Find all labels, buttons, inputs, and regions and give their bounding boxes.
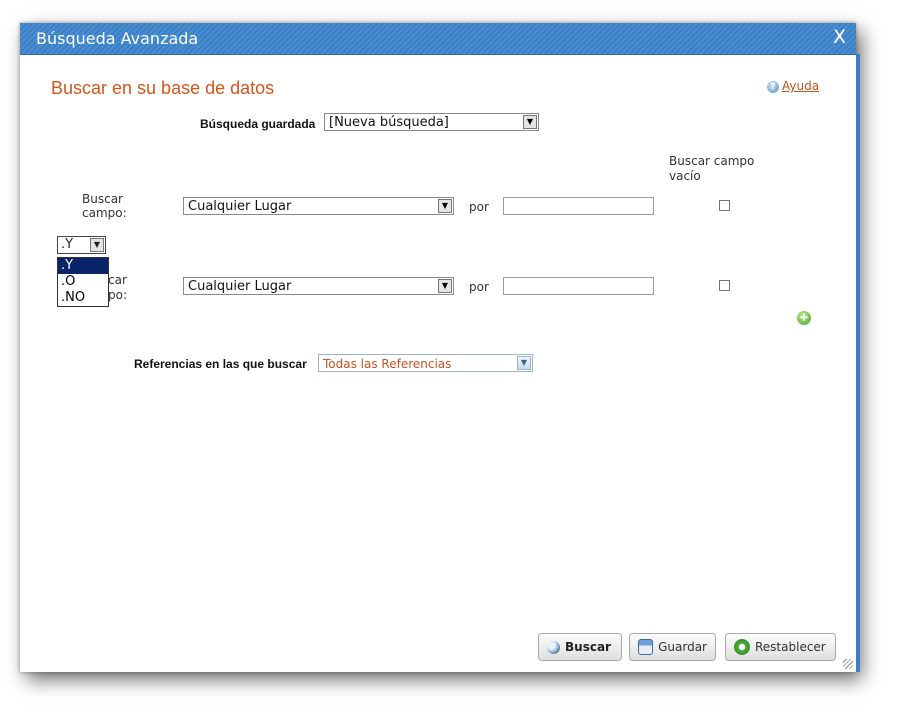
row2-label-line2: po: xyxy=(108,288,128,302)
row1-search-input[interactable] xyxy=(503,197,654,215)
saved-search-label: Búsqueda guardada xyxy=(200,117,316,131)
row1-field-value: Cualquier Lugar xyxy=(188,199,292,214)
row2-label-line1: car xyxy=(108,273,127,287)
chevron-down-icon[interactable]: ▼ xyxy=(523,115,537,129)
chevron-down-icon[interactable]: ▼ xyxy=(90,238,104,252)
empty-field-header-line1: Buscar campo xyxy=(669,154,755,168)
chevron-down-icon[interactable]: ▼ xyxy=(438,279,452,293)
operator-option-y[interactable]: .Y xyxy=(58,258,108,274)
row1-por-label: por xyxy=(469,200,489,214)
advanced-search-dialog: Búsqueda Avanzada X Buscar en su base de… xyxy=(20,23,860,672)
saved-search-value: [Nueva búsqueda] xyxy=(329,115,449,130)
help-link[interactable]: Ayuda xyxy=(782,79,819,93)
row1-label-line2: campo: xyxy=(82,206,127,220)
refresh-icon xyxy=(734,639,750,655)
window-title: Búsqueda Avanzada xyxy=(36,29,199,48)
row1-field-select[interactable]: Cualquier Lugar ▼ xyxy=(183,197,454,215)
save-button-label: Guardar xyxy=(658,640,707,654)
operator-value: .Y xyxy=(61,237,74,252)
operator-option-no[interactable]: .NO xyxy=(58,290,108,306)
operator-select[interactable]: .Y ▼ xyxy=(57,236,106,254)
search-button[interactable]: Buscar xyxy=(538,633,622,661)
resize-grip[interactable] xyxy=(843,659,853,669)
dialog-edge xyxy=(856,54,860,672)
search-button-label: Buscar xyxy=(565,640,611,654)
references-value: Todas las Referencias xyxy=(323,357,452,371)
row2-field-select[interactable]: Cualquier Lugar ▼ xyxy=(183,277,454,295)
magnifier-icon xyxy=(547,640,560,654)
save-button[interactable]: Guardar xyxy=(629,633,716,661)
row2-search-input[interactable] xyxy=(503,277,654,295)
row2-por-label: por xyxy=(469,280,489,294)
help-link-group[interactable]: ? Ayuda xyxy=(767,79,819,93)
references-label: Referencias en las que buscar xyxy=(134,357,307,371)
row1-label-line1: Buscar xyxy=(82,192,123,206)
floppy-disk-icon xyxy=(638,639,654,655)
chevron-down-icon[interactable]: ▼ xyxy=(438,199,452,213)
operator-options-list: .Y .O .NO xyxy=(57,257,109,307)
title-bar[interactable]: Búsqueda Avanzada X xyxy=(20,23,856,55)
reset-button[interactable]: Restablecer xyxy=(725,633,836,661)
page-title: Buscar en su base de datos xyxy=(51,78,275,98)
references-select[interactable]: Todas las Referencias ▼ xyxy=(318,354,533,372)
empty-field-header-line2: vacío xyxy=(669,169,701,183)
saved-search-select[interactable]: [Nueva búsqueda] ▼ xyxy=(324,113,539,131)
chevron-down-icon[interactable]: ▼ xyxy=(517,356,531,370)
row2-field-value: Cualquier Lugar xyxy=(188,279,292,294)
row1-empty-checkbox[interactable] xyxy=(719,200,730,211)
row2-empty-checkbox[interactable] xyxy=(719,280,730,291)
add-row-icon[interactable]: + xyxy=(797,311,811,325)
close-button[interactable]: X xyxy=(833,26,846,48)
operator-option-o[interactable]: .O xyxy=(58,274,108,290)
help-icon[interactable]: ? xyxy=(767,80,779,93)
reset-button-label: Restablecer xyxy=(755,640,826,654)
